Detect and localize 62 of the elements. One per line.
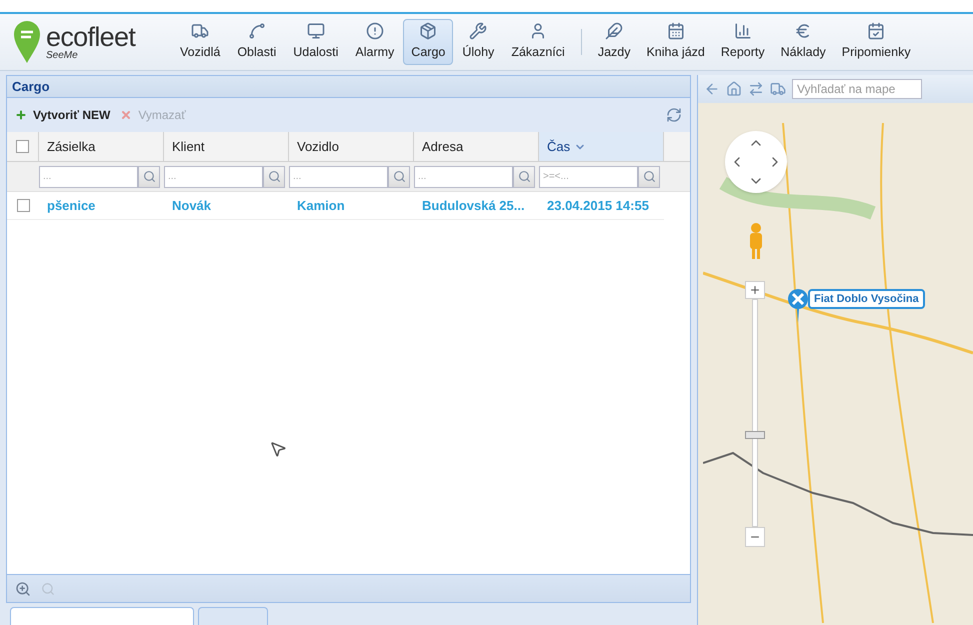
nav-tab[interactable]: Cargo: [403, 19, 454, 65]
bottom-tab[interactable]: [198, 607, 268, 625]
nav-tab[interactable]: Úlohy: [454, 19, 502, 65]
truck-icon[interactable]: [770, 81, 786, 97]
filter-field[interactable]: ...: [164, 166, 263, 188]
map-search-field[interactable]: Vyhľadať na mape: [792, 79, 922, 99]
search-icon[interactable]: [388, 166, 410, 188]
alert-icon: [366, 22, 384, 40]
logo-subtitle: SeeMe: [46, 50, 79, 60]
nav-tab[interactable]: Vozidlá: [172, 19, 228, 65]
nav-tab[interactable]: Pripomienky: [834, 19, 919, 65]
column-header[interactable]: Zásielka: [39, 132, 164, 161]
logo-icon: [14, 21, 40, 63]
zoom-slider-thumb[interactable]: [745, 431, 765, 439]
plus-icon: [15, 109, 27, 121]
refresh-icon[interactable]: [666, 107, 682, 123]
wrench-icon: [469, 22, 488, 40]
table-cell-text: Novák: [171, 196, 212, 215]
nav-tab[interactable]: Zákazníci: [503, 19, 573, 65]
filter-field[interactable]: ...: [289, 166, 388, 188]
nav-tab[interactable]: Kniha jázd: [638, 19, 713, 65]
mouse-cursor-icon: [269, 440, 287, 458]
marker-label: Fiat Doblo Vysočina: [808, 288, 925, 310]
zoom-in-icon[interactable]: [15, 580, 31, 596]
zoom-plus-button[interactable]: [745, 281, 765, 299]
table-cell-text: Kamion: [296, 196, 346, 215]
nav-tab[interactable]: Oblasti: [229, 19, 284, 65]
nav-tab[interactable]: Alarmy: [347, 19, 402, 65]
package-icon: [419, 22, 438, 40]
search-icon[interactable]: [263, 166, 285, 188]
logo-text: ecofleet: [46, 24, 136, 50]
panel-title: Cargo: [12, 78, 50, 96]
filter-field[interactable]: ...: [414, 166, 513, 188]
bar-chart-icon: [734, 22, 752, 40]
plus-icon: [749, 284, 761, 296]
filter-field[interactable]: ...: [39, 166, 138, 188]
table-cell-text: Budulovská 25...: [421, 196, 526, 215]
x-icon: [120, 109, 132, 121]
zoom-minus-button[interactable]: [745, 527, 765, 547]
row-checkbox[interactable]: [16, 199, 30, 212]
home-icon[interactable]: [726, 81, 742, 97]
filter-field[interactable]: >=<...: [539, 166, 638, 188]
create-button[interactable]: Vytvoriť NEW: [15, 106, 110, 124]
street-view-person-icon[interactable]: [748, 223, 764, 259]
calendar-check-icon: [867, 22, 886, 40]
monitor-icon: [306, 22, 325, 40]
search-icon[interactable]: [638, 166, 660, 188]
table-cell-text: 23.04.2015 14:55: [546, 196, 650, 215]
nav-tab[interactable]: Udalosti: [285, 19, 346, 65]
calendar-icon: [666, 22, 685, 40]
table-cell-text: pšenice: [46, 196, 96, 215]
truck-icon: [191, 22, 210, 40]
search-icon[interactable]: [513, 166, 535, 188]
nav-tab[interactable]: Náklady: [772, 19, 834, 65]
column-header[interactable]: Čas: [539, 132, 664, 161]
bottom-tab[interactable]: [10, 607, 194, 625]
nav-tab[interactable]: Reporty: [712, 19, 773, 65]
nav-tab[interactable]: Jazdy: [590, 19, 638, 65]
column-header[interactable]: Vozidlo: [289, 132, 414, 161]
column-header[interactable]: Klient: [164, 132, 289, 161]
search-icon[interactable]: [138, 166, 160, 188]
select-all-checkbox[interactable]: [16, 140, 29, 153]
